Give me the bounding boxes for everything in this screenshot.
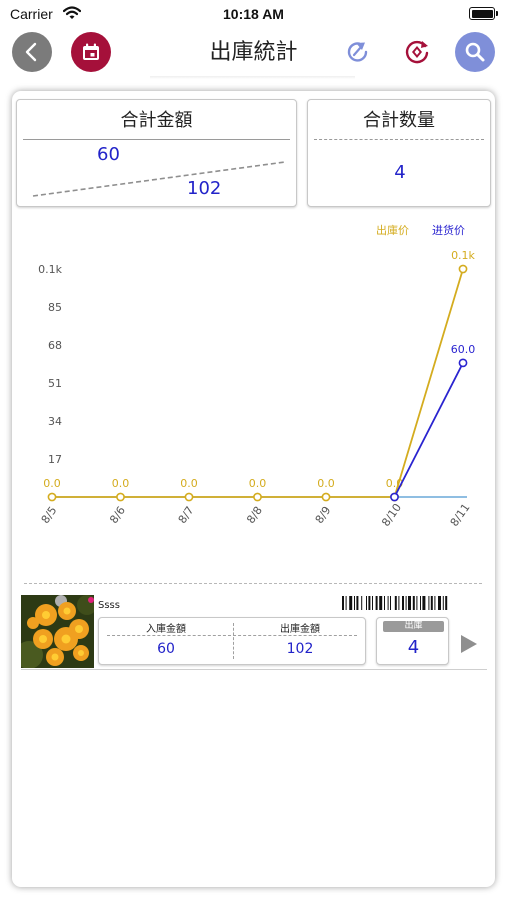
stats-card: 合計金額 60 102 合計数量 4 出庫价 进货价 0.1k 85 68 51 34 17 8… — [12, 91, 495, 887]
total-quantity-title: 合計数量 — [363, 110, 435, 131]
data-label: 0.0 — [180, 477, 198, 490]
out-count-box: 出庫 4 — [376, 617, 449, 665]
nav-bar: 出庫統計 — [0, 30, 507, 76]
data-label: 0.0 — [317, 477, 335, 490]
total-amount-box: 合計金額 60 102 — [16, 99, 297, 207]
convert-icon — [405, 40, 429, 64]
in-amount-label: 入庫金額 — [146, 624, 186, 635]
out-count-value: 4 — [407, 637, 420, 658]
series-line — [52, 268, 464, 498]
y-tick-label: 51 — [48, 377, 62, 390]
status-time: 10:18 AM — [223, 6, 284, 22]
data-point — [47, 492, 57, 502]
data-point — [321, 492, 331, 502]
battery-icon — [469, 7, 498, 20]
x-tick-label: 8/8 — [244, 504, 265, 526]
data-label: 60.0 — [451, 343, 476, 356]
divider — [107, 635, 357, 636]
total-quantity-box: 合計数量 4 — [307, 99, 491, 207]
price-box: 入庫金額 出庫金額 60 102 — [98, 617, 366, 665]
price-line-chart: 出庫价 进货价 0.1k 85 68 51 34 17 8/5 8/6 8/7 8/8 8/9 8/10 8… — [38, 223, 476, 529]
x-tick-label: 8/7 — [176, 504, 197, 526]
legend-item: 进货价 — [432, 223, 465, 237]
amount-diagonal-line — [32, 161, 286, 197]
product-name: Ssss — [98, 600, 120, 611]
data-label: 0.1k — [451, 249, 475, 262]
data-point — [253, 492, 262, 502]
data-label: 0.0 — [43, 477, 61, 490]
y-tick-label: 0.1k — [38, 263, 62, 276]
out-amount-label: 出庫金額 — [280, 624, 320, 635]
x-tick-label: 8/6 — [107, 504, 128, 526]
section-divider — [24, 583, 482, 584]
x-tick-label: 8/10 — [379, 501, 404, 529]
product-image[interactable] — [21, 595, 94, 668]
total-in-amount: 60 — [97, 144, 120, 165]
total-quantity-value: 4 — [394, 162, 406, 183]
convert-button[interactable] — [403, 38, 431, 66]
row-divider — [21, 669, 487, 670]
y-tick-label: 68 — [48, 339, 62, 352]
y-tick-label: 34 — [48, 415, 62, 428]
total-out-amount: 102 — [187, 178, 222, 199]
data-point — [458, 358, 468, 368]
x-tick-label: 8/9 — [313, 504, 334, 526]
barcode-image — [342, 596, 448, 610]
out-badge: 出庫 — [383, 621, 444, 632]
status-bar: Carrier 10:18 AM — [0, 0, 507, 28]
data-point — [458, 264, 468, 274]
nav-divider — [150, 76, 355, 79]
y-tick-label: 17 — [48, 453, 62, 466]
search-icon — [465, 42, 485, 62]
legend-item: 出庫价 — [376, 223, 409, 237]
data-point — [116, 492, 125, 502]
data-label: 0.0 — [112, 477, 130, 490]
y-tick-label: 85 — [48, 301, 62, 314]
out-amount-value: 102 — [286, 641, 314, 657]
share-icon — [347, 42, 368, 62]
share-button[interactable] — [344, 38, 372, 66]
data-label: 0.0 — [249, 477, 267, 490]
play-icon[interactable] — [461, 635, 477, 653]
data-point — [184, 492, 194, 502]
x-tick-label: 8/11 — [448, 501, 473, 529]
in-amount-value: 60 — [157, 641, 175, 657]
search-button[interactable] — [455, 32, 495, 72]
data-point — [390, 492, 399, 502]
divider — [314, 139, 484, 140]
x-tick-label: 8/5 — [39, 504, 60, 526]
